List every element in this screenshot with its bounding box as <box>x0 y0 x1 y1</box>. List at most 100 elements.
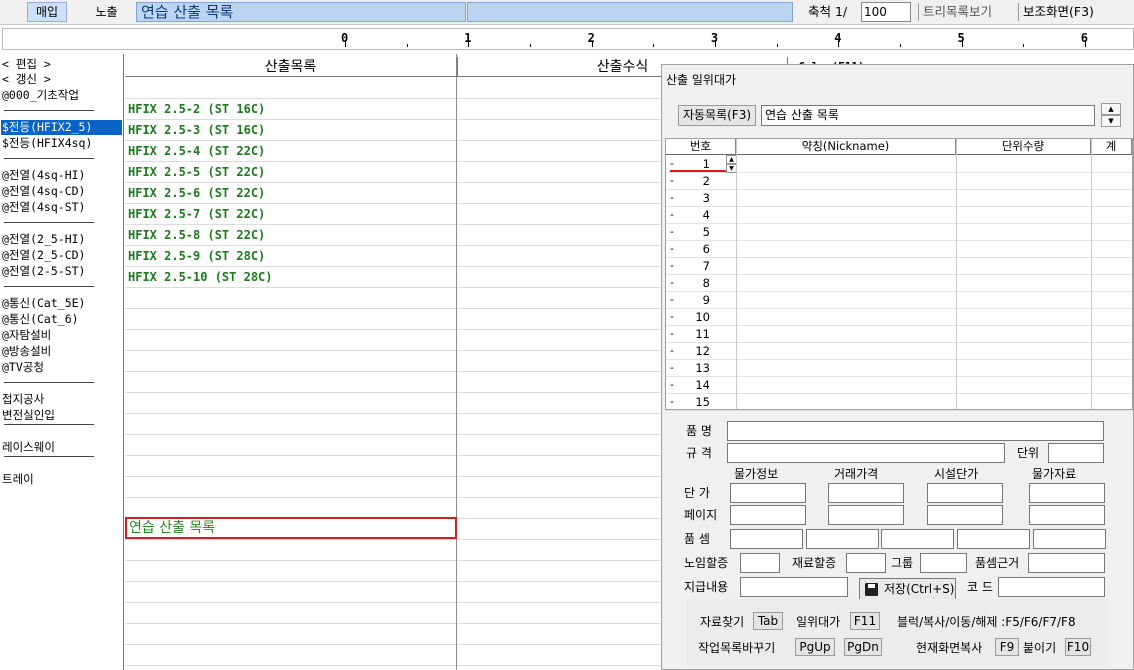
grid-row[interactable] <box>125 78 661 99</box>
grid-row[interactable] <box>125 414 661 435</box>
auto-list-button[interactable]: 자동목록(F3) <box>678 105 756 126</box>
grid-row[interactable]: HFIX 2.5-8 (ST 22C) <box>125 225 661 246</box>
grid-row[interactable] <box>125 540 661 561</box>
save-button[interactable]: 저장(Ctrl+S) <box>859 578 956 600</box>
sidebar-item[interactable]: @000_기초작업 <box>2 88 79 103</box>
page-input-1[interactable] <box>730 505 806 525</box>
grid-cell-text: HFIX 2.5-8 (ST 22C) <box>128 228 266 242</box>
title-field-extension <box>467 2 793 22</box>
sidebar-item[interactable]: $전등(HFIX4sq) <box>2 136 92 151</box>
ruler: 0123456 <box>2 28 1134 50</box>
item-cell-input-3[interactable] <box>881 529 954 549</box>
sidebar-item[interactable]: $전등(HFIX2_5) <box>1 120 122 135</box>
sidebar-divider <box>4 286 94 287</box>
grid-row[interactable]: HFIX 2.5-2 (ST 16C) <box>125 99 661 120</box>
price-info-input[interactable] <box>730 483 806 503</box>
price-data-input[interactable] <box>1029 483 1105 503</box>
spin-up-icon[interactable]: ▲ <box>1101 103 1121 115</box>
grid-row[interactable]: HFIX 2.5-7 (ST 22C) <box>125 204 661 225</box>
grid-row[interactable] <box>125 456 661 477</box>
grid-row[interactable]: HFIX 2.5-6 (ST 22C) <box>125 183 661 204</box>
tab-buy[interactable]: 매입 <box>27 2 67 22</box>
sidebar-item[interactable]: 레이스웨이 <box>2 440 55 455</box>
grid-row[interactable] <box>125 330 661 351</box>
trade-price-input[interactable] <box>828 483 904 503</box>
page-input-4[interactable] <box>1029 505 1105 525</box>
item-cell-input-4[interactable] <box>957 529 1030 549</box>
list-title-field[interactable]: 연습 산출 목록 <box>136 2 466 22</box>
grid-row[interactable] <box>125 435 661 456</box>
grid-row[interactable]: HFIX 2.5-4 (ST 22C) <box>125 141 661 162</box>
labor-rate-input[interactable] <box>740 553 780 573</box>
grid-row[interactable] <box>125 645 661 666</box>
save-label: 저장(Ctrl+S) <box>884 582 955 596</box>
grid-row[interactable] <box>125 582 661 603</box>
payment-input[interactable] <box>740 577 848 597</box>
grid-row[interactable] <box>125 372 661 393</box>
grid-row[interactable] <box>125 393 661 414</box>
f11-key-button[interactable]: F11 <box>850 612 880 630</box>
facility-price-label: 시설단가 <box>934 467 979 481</box>
sidebar-item[interactable]: @전열(4sq-HI) <box>2 168 85 183</box>
item-cell-input-5[interactable] <box>1033 529 1106 549</box>
spec-input[interactable] <box>727 443 1005 463</box>
pgup-key-button[interactable]: PgUp <box>795 638 835 656</box>
unit-input[interactable] <box>1048 443 1104 463</box>
grid-row[interactable] <box>125 351 661 372</box>
f10-key-button[interactable]: F10 <box>1065 638 1091 656</box>
facility-price-input[interactable] <box>927 483 1003 503</box>
group-input[interactable] <box>920 553 967 573</box>
grid-row[interactable] <box>125 309 661 330</box>
product-name-input[interactable] <box>727 421 1104 441</box>
unit-cost-dialog: 산출 일위대가 자동목록(F3) 연습 산출 목록 ▲ ▼ 번호 약칭(Nick… <box>661 64 1134 670</box>
sidebar-item[interactable]: @TV공청 <box>2 360 44 375</box>
editing-cell[interactable]: 연습 산출 목록 <box>125 517 457 539</box>
sidebar-item[interactable]: < 갱신 > <box>2 72 51 87</box>
sidebar-item[interactable]: @방송설비 <box>2 344 51 359</box>
grid-row[interactable]: HFIX 2.5-5 (ST 22C) <box>125 162 661 183</box>
spec-label: 규 격 <box>686 446 712 460</box>
grid-row[interactable] <box>125 288 661 309</box>
code-input[interactable] <box>998 577 1105 597</box>
auto-list-field[interactable]: 연습 산출 목록 <box>761 105 1095 126</box>
sidebar-item[interactable]: @전열(2_5-HI) <box>2 232 85 247</box>
spin-down-icon[interactable]: ▼ <box>1101 115 1121 127</box>
grid-row[interactable]: HFIX 2.5-3 (ST 16C) <box>125 120 661 141</box>
sidebar-item[interactable]: @통신(Cat_6) <box>2 312 79 327</box>
tab-key-button[interactable]: Tab <box>753 612 783 630</box>
sidebar-item[interactable]: @전열(4sq-CD) <box>2 184 85 199</box>
f9-key-button[interactable]: F9 <box>995 638 1019 656</box>
sidebar-item[interactable]: 변전실인입 <box>2 408 55 423</box>
page-input-2[interactable] <box>828 505 904 525</box>
scale-input[interactable]: 100 <box>861 2 911 22</box>
tab-expose[interactable]: 노출 <box>79 2 134 22</box>
grid-row[interactable]: HFIX 2.5-9 (ST 28C) <box>125 246 661 267</box>
sidebar-item[interactable]: 접지공사 <box>2 392 44 407</box>
grid-row[interactable] <box>125 477 661 498</box>
item-cell-input-2[interactable] <box>806 529 879 549</box>
grid-row[interactable] <box>125 603 661 624</box>
ruler-minor-tick <box>406 44 408 47</box>
sidebar-divider <box>4 382 94 383</box>
grid-row[interactable]: HFIX 2.5-10 (ST 28C) <box>125 267 661 288</box>
grid-row[interactable] <box>125 624 661 645</box>
table-header-nickname: 약칭(Nickname) <box>736 139 956 155</box>
sidebar-item[interactable]: @자탐설비 <box>2 328 51 343</box>
sidebar-item[interactable]: @전열(2_5-CD) <box>2 248 85 263</box>
sub-screen-button[interactable]: 보조화면(F3) <box>1018 3 1094 21</box>
ruler-major-tick <box>591 41 593 47</box>
material-rate-input[interactable] <box>846 553 886 573</box>
grid-row[interactable] <box>125 498 661 519</box>
sidebar-item[interactable]: < 편집 > <box>2 57 51 72</box>
sidebar-item[interactable]: @전열(2-5-ST) <box>2 264 85 279</box>
page-input-3[interactable] <box>927 505 1003 525</box>
sidebar-item[interactable]: @통신(Cat_5E) <box>2 296 85 311</box>
item-cell-input-1[interactable] <box>730 529 803 549</box>
grid-row[interactable] <box>125 561 661 582</box>
sidebar-item[interactable]: @전열(4sq-ST) <box>2 200 85 215</box>
tree-view-button[interactable]: 트리목록보기 <box>918 3 992 21</box>
pgdn-key-button[interactable]: PgDn <box>844 638 882 656</box>
trade-price-label: 거래가격 <box>834 467 879 481</box>
item-basis-input[interactable] <box>1028 553 1105 573</box>
sidebar-item[interactable]: 트레이 <box>2 472 34 487</box>
